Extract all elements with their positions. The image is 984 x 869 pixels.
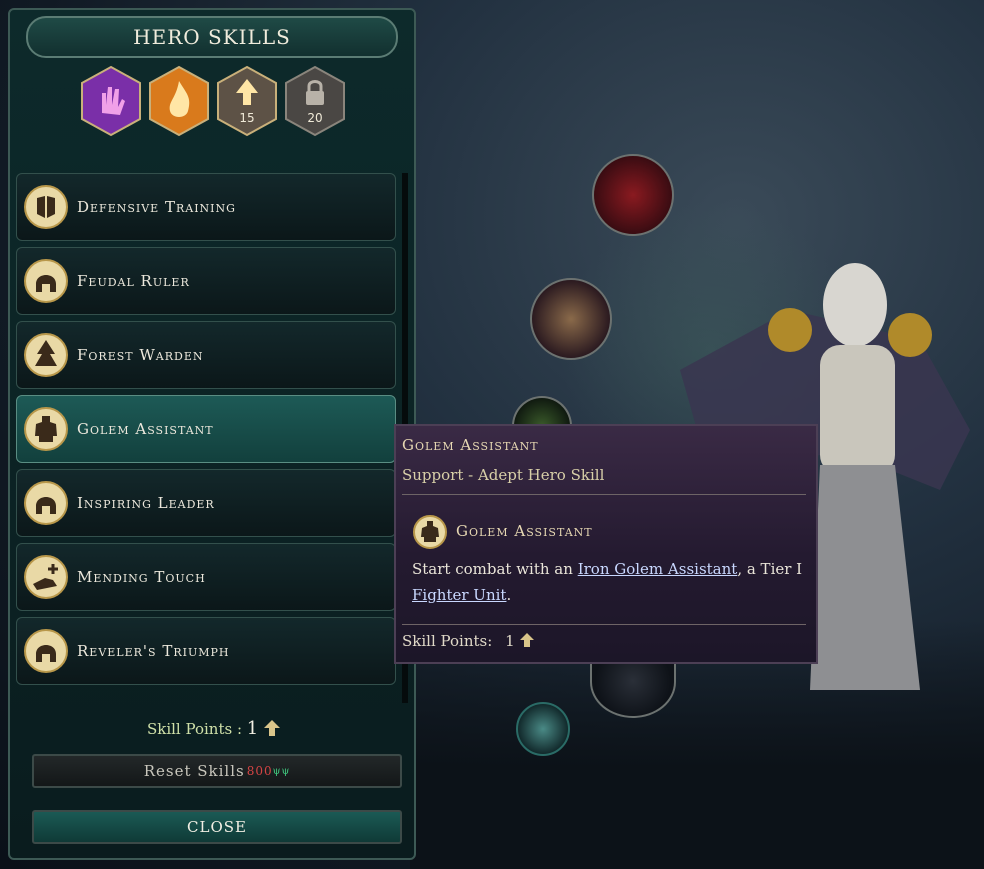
skill-points-badge: 15	[216, 65, 278, 137]
flame-icon	[149, 65, 209, 137]
skill-tooltip: Golem Assistant Support - Adept Hero Ski…	[394, 424, 818, 664]
helmet-icon	[24, 259, 68, 303]
tooltip-skill-name: Golem Assistant	[456, 522, 593, 540]
skill-point-arrow-icon	[520, 633, 535, 647]
skill-item-revelers-triumph[interactable]: Reveler's Triumph	[16, 617, 396, 685]
close-button[interactable]: CLOSE	[32, 810, 402, 844]
tooltip-skill-points-label: Skill Points:	[402, 632, 493, 650]
hero-skills-panel: HERO SKILLS 15 20 Defensive Training Feu…	[8, 8, 416, 860]
skill-item-label: Forest Warden	[77, 346, 204, 364]
magic-hand-badge[interactable]	[80, 65, 142, 137]
treasure-chest-node[interactable]	[516, 702, 570, 756]
skill-item-golem-assistant[interactable]: Golem Assistant	[16, 395, 396, 463]
flame-badge[interactable]	[148, 65, 210, 137]
skill-point-arrow-icon	[264, 720, 281, 736]
lock-icon	[285, 65, 345, 137]
skill-category-badges: 15 20	[80, 65, 360, 145]
reset-cost: 800	[246, 764, 273, 778]
skill-item-inspiring-leader[interactable]: Inspiring Leader	[16, 469, 396, 537]
badge-value: 15	[239, 111, 255, 125]
tooltip-title: Golem Assistant	[402, 436, 539, 454]
tooltip-skill-points-value: 1	[505, 632, 515, 650]
panel-header: HERO SKILLS	[26, 16, 398, 58]
badge-value: 20	[307, 111, 323, 125]
skill-node-portrait[interactable]	[530, 278, 612, 360]
shields-icon	[24, 185, 68, 229]
reset-skills-button[interactable]: Reset Skills 800 ψψ	[32, 754, 402, 788]
skill-item-label: Mending Touch	[77, 568, 206, 586]
golem-icon	[24, 407, 68, 451]
skill-item-label: Defensive Training	[77, 198, 236, 216]
skill-item-label: Reveler's Triumph	[77, 642, 230, 660]
pine-trees-icon	[24, 333, 68, 377]
skill-node-blood[interactable]	[592, 154, 674, 236]
close-label: CLOSE	[187, 818, 247, 836]
tooltip-skill-points: Skill Points: 1	[402, 632, 535, 650]
helmet-icon	[24, 481, 68, 525]
desc-text: Start combat with an	[412, 560, 578, 578]
skill-item-mending-touch[interactable]: Mending Touch	[16, 543, 396, 611]
up-arrow-icon	[217, 65, 277, 137]
golem-icon	[413, 515, 447, 549]
tooltip-divider	[402, 494, 806, 495]
skill-item-label: Golem Assistant	[77, 420, 214, 438]
tooltip-description: Start combat with an Iron Golem Assistan…	[412, 556, 812, 608]
skill-points-row: Skill Points : 1	[10, 718, 418, 739]
skill-item-defensive-training[interactable]: Defensive Training	[16, 173, 396, 241]
desc-text: , a Tier I	[737, 560, 803, 578]
reset-skills-label: Reset Skills	[143, 762, 245, 780]
skill-item-forest-warden[interactable]: Forest Warden	[16, 321, 396, 389]
skill-list: Defensive Training Feudal Ruler Forest W…	[16, 173, 398, 703]
healing-hand-icon	[24, 555, 68, 599]
skill-item-feudal-ruler[interactable]: Feudal Ruler	[16, 247, 396, 315]
skill-item-label: Inspiring Leader	[77, 494, 215, 512]
desc-text: .	[506, 586, 512, 604]
magic-hand-icon	[81, 65, 141, 137]
tooltip-subtitle: Support - Adept Hero Skill	[402, 466, 605, 484]
panel-title: HERO SKILLS	[133, 25, 291, 49]
tooltip-divider	[402, 624, 806, 625]
skill-item-label: Feudal Ruler	[77, 272, 190, 290]
helmet-icon	[24, 629, 68, 673]
iron-golem-link[interactable]: Iron Golem Assistant	[578, 560, 738, 578]
skill-points-value: 1	[246, 718, 259, 739]
currency-icon: ψψ	[272, 765, 291, 777]
locked-badge: 20	[284, 65, 346, 137]
fighter-unit-link[interactable]: Fighter Unit	[412, 586, 506, 604]
skill-points-label: Skill Points :	[146, 720, 243, 738]
